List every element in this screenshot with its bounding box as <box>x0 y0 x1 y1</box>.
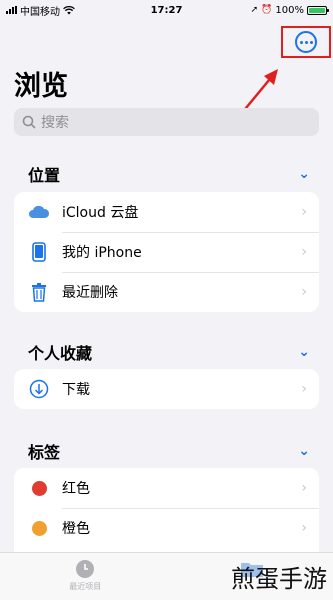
chevron-right-icon: › <box>301 244 307 260</box>
item-label: 最近删除 <box>62 285 118 301</box>
list-item-on-my-iphone[interactable]: 我的 iPhone › <box>14 232 319 272</box>
download-icon <box>28 378 50 400</box>
cloud-icon <box>28 201 50 223</box>
chevron-down-icon[interactable]: ⌄ <box>298 166 310 182</box>
list-item-downloads[interactable]: 下载 › <box>14 369 319 409</box>
battery-percent: 100% <box>275 4 304 16</box>
item-label: 下载 <box>62 382 90 398</box>
alarm-icon: ⏰ <box>261 5 273 15</box>
item-label: iCloud 云盘 <box>62 205 139 221</box>
more-options-button[interactable] <box>281 26 331 58</box>
section-locations-header[interactable]: 位置 ⌄ <box>28 162 310 186</box>
item-label: 红色 <box>62 481 90 497</box>
tab-label: 最近项目 <box>69 582 102 591</box>
red-tag-dot-icon <box>31 480 47 496</box>
section-favorites-header[interactable]: 个人收藏 ⌄ <box>28 340 310 364</box>
phone-icon <box>28 241 50 263</box>
battery-icon <box>307 5 329 15</box>
chevron-right-icon: › <box>301 520 307 536</box>
wifi-icon <box>63 5 75 14</box>
section-tags-header[interactable]: 标签 ⌄ <box>28 439 310 463</box>
trash-icon <box>28 281 50 303</box>
list-item-tag-orange[interactable]: 橙色 › <box>14 508 319 548</box>
status-bar: 中国移动 17:27 ➚ ⏰ 100% <box>0 0 333 20</box>
list-item-icloud-drive[interactable]: iCloud 云盘 › <box>14 192 319 232</box>
chevron-down-icon[interactable]: ⌄ <box>298 443 310 459</box>
item-label: 橙色 <box>62 521 90 537</box>
section-title: 个人收藏 <box>28 344 93 363</box>
list-item-tag-red[interactable]: 红色 › <box>14 468 319 508</box>
search-input[interactable]: 搜索 <box>14 108 319 136</box>
orange-tag-dot-icon <box>31 520 47 536</box>
chevron-down-icon[interactable]: ⌄ <box>298 344 310 360</box>
search-placeholder: 搜索 <box>41 115 69 131</box>
chevron-right-icon: › <box>301 204 307 220</box>
ellipsis-circle-icon <box>295 31 317 53</box>
locations-card: iCloud 云盘 › 我的 iPhone › 最近删除 › <box>14 192 319 312</box>
section-title: 标签 <box>28 443 61 462</box>
location-arrow-icon: ➚ <box>250 5 259 15</box>
page-title: 浏览 <box>14 71 68 102</box>
chevron-right-icon: › <box>301 381 307 397</box>
status-right: ➚ ⏰ 100% <box>250 4 329 16</box>
tags-card: 红色 › 橙色 › <box>14 468 319 552</box>
favorites-card: 下载 › <box>14 369 319 409</box>
tab-recents[interactable]: 最近项目 <box>69 559 101 592</box>
status-left: 中国移动 <box>6 3 75 18</box>
section-title: 位置 <box>28 166 61 185</box>
clock-icon <box>76 560 95 578</box>
chevron-right-icon: › <box>301 284 307 300</box>
search-icon <box>22 115 36 129</box>
list-item-recently-deleted[interactable]: 最近删除 › <box>14 272 319 312</box>
item-label: 我的 iPhone <box>62 245 142 261</box>
watermark-text: 煎蛋手游 <box>231 565 327 593</box>
signal-icon <box>6 6 17 14</box>
carrier-label: 中国移动 <box>20 6 60 18</box>
chevron-right-icon: › <box>301 480 307 496</box>
